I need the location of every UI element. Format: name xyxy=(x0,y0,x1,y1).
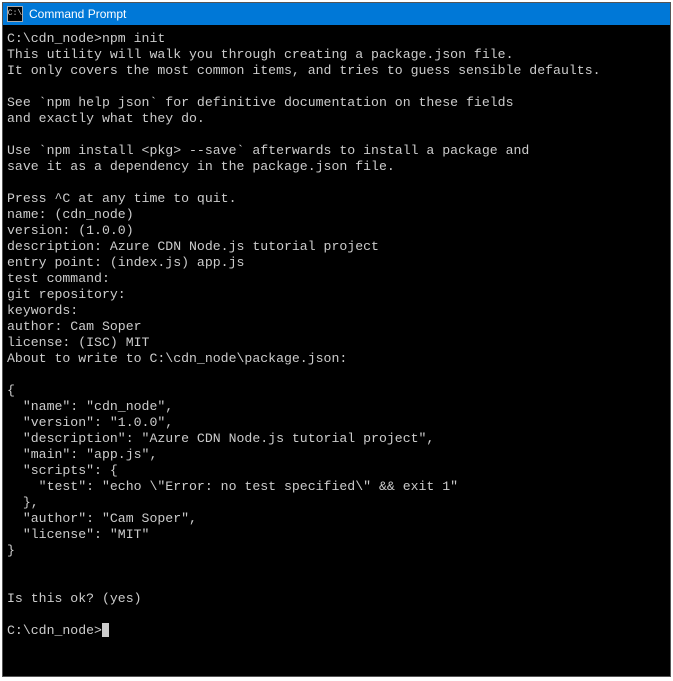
json-output: "license": "MIT" xyxy=(7,527,149,542)
text-cursor xyxy=(102,623,109,637)
json-output: "test": "echo \"Error: no test specified… xyxy=(7,479,458,494)
window-titlebar[interactable]: C:\ Command Prompt xyxy=(3,3,670,25)
json-output: "author": "Cam Soper", xyxy=(7,511,197,526)
output-line: It only covers the most common items, an… xyxy=(7,63,601,78)
npm-keywords-prompt: keywords: xyxy=(7,303,78,318)
json-output: }, xyxy=(7,495,39,510)
npm-license-prompt: license: (ISC) MIT xyxy=(7,335,149,350)
json-output: "description": "Azure CDN Node.js tutori… xyxy=(7,431,434,446)
json-output: { xyxy=(7,383,15,398)
json-output: "version": "1.0.0", xyxy=(7,415,173,430)
npm-entry-prompt: entry point: (index.js) app.js xyxy=(7,255,244,270)
npm-description-prompt: description: Azure CDN Node.js tutorial … xyxy=(7,239,379,254)
npm-name-prompt: name: (cdn_node) xyxy=(7,207,134,222)
output-line: See `npm help json` for definitive docum… xyxy=(7,95,513,110)
json-output: "name": "cdn_node", xyxy=(7,399,173,414)
json-output: } xyxy=(7,543,15,558)
window-title: Command Prompt xyxy=(29,7,126,21)
npm-confirm-prompt: Is this ok? (yes) xyxy=(7,591,142,606)
output-line: This utility will walk you through creat… xyxy=(7,47,513,62)
npm-version-prompt: version: (1.0.0) xyxy=(7,223,134,238)
output-line: Press ^C at any time to quit. xyxy=(7,191,237,206)
json-output: "main": "app.js", xyxy=(7,447,157,462)
output-line: and exactly what they do. xyxy=(7,111,205,126)
prompt: C:\cdn_node> xyxy=(7,623,102,638)
command-text: npm init xyxy=(102,31,165,46)
npm-git-prompt: git repository: xyxy=(7,287,126,302)
cmd-icon: C:\ xyxy=(7,6,23,22)
command-prompt-window: C:\ Command Prompt C:\cdn_node>npm init … xyxy=(2,2,671,677)
terminal-area[interactable]: C:\cdn_node>npm init This utility will w… xyxy=(3,25,670,676)
prompt: C:\cdn_node> xyxy=(7,31,102,46)
output-line: About to write to C:\cdn_node\package.js… xyxy=(7,351,347,366)
npm-test-prompt: test command: xyxy=(7,271,110,286)
json-output: "scripts": { xyxy=(7,463,118,478)
output-line: save it as a dependency in the package.j… xyxy=(7,159,395,174)
output-line: Use `npm install <pkg> --save` afterward… xyxy=(7,143,529,158)
npm-author-prompt: author: Cam Soper xyxy=(7,319,142,334)
